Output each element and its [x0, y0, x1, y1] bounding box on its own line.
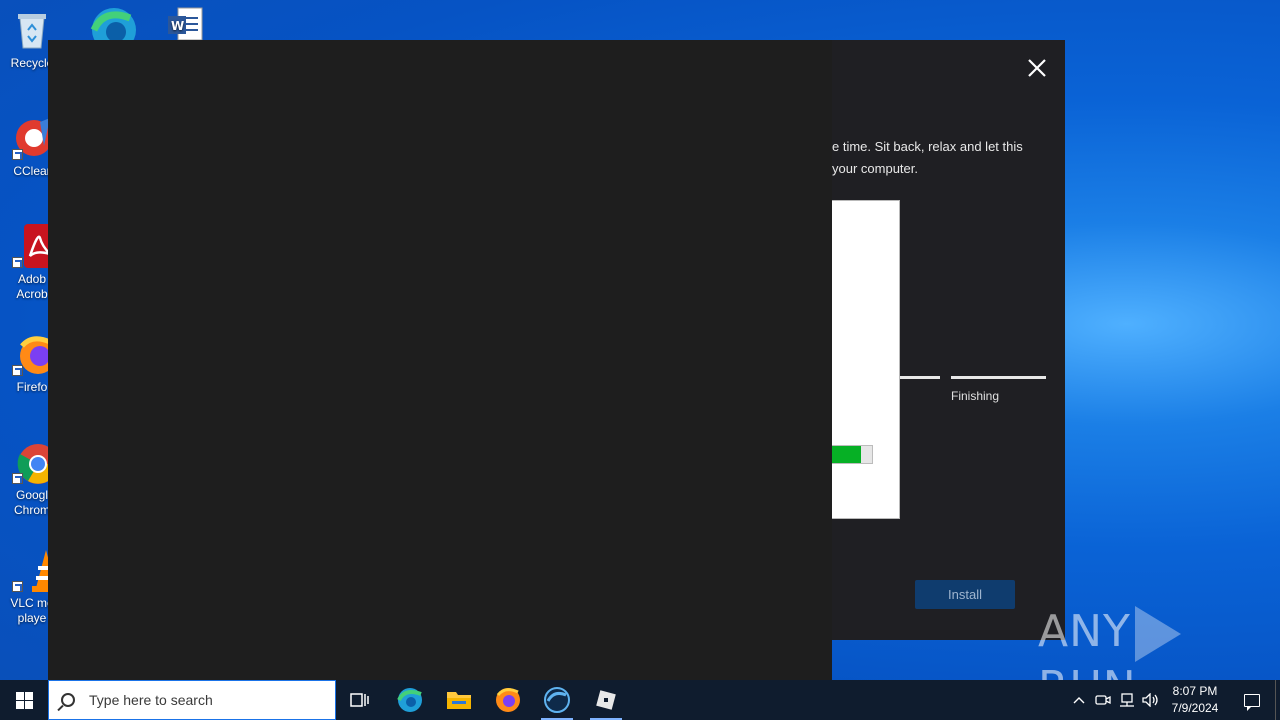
progress-bar: [832, 445, 873, 464]
taskbar-file-explorer-button[interactable]: [435, 680, 483, 720]
task-view-button[interactable]: [336, 680, 384, 720]
network-icon: [1120, 693, 1134, 707]
installer-description-line: e time. Sit back, relax and let this: [832, 139, 1023, 154]
file-explorer-icon: [447, 692, 471, 709]
taskbar-edge-beta-button[interactable]: [533, 680, 581, 720]
blank-app-window: [48, 40, 832, 680]
search-input[interactable]: [89, 692, 319, 708]
taskbar: 8:07 PM 7/9/2024: [0, 680, 1280, 720]
windows-logo-icon: [15, 691, 33, 709]
clock-time: 8:07 PM: [1172, 684, 1218, 698]
edge-beta-icon: [544, 687, 570, 713]
shortcut-arrow-icon: [12, 365, 23, 376]
search-icon: [61, 693, 75, 707]
camera-icon: [1095, 695, 1111, 705]
step-indicator-line: [900, 376, 940, 379]
step-indicator-line: [951, 376, 1046, 379]
play-logo-icon: [1134, 606, 1181, 662]
firefox-icon: [496, 688, 520, 712]
svg-text:W: W: [171, 19, 184, 33]
task-view-icon: [350, 693, 369, 707]
step-label-finishing: Finishing: [951, 389, 1000, 403]
close-button[interactable]: [1022, 54, 1052, 84]
edge-icon: [397, 688, 422, 712]
progress-bar-fill: [832, 446, 861, 463]
taskbar-edge-button[interactable]: [386, 680, 434, 720]
taskbar-search-box[interactable]: [48, 680, 336, 720]
install-button[interactable]: Install: [915, 580, 1015, 609]
installer-window: e time. Sit back, relax and let this you…: [832, 40, 1065, 640]
volume-icon: [1142, 693, 1158, 707]
show-hidden-icons-button[interactable]: [1068, 680, 1090, 720]
shortcut-arrow-icon: [12, 581, 23, 592]
taskbar-clock[interactable]: 8:07 PM 7/9/2024: [1160, 683, 1230, 717]
tray-network-button[interactable]: [1116, 680, 1138, 720]
installer-description-line: your computer.: [832, 161, 918, 176]
close-icon: [1028, 59, 1046, 77]
shortcut-arrow-icon: [12, 149, 23, 160]
taskbar-firefox-button[interactable]: [484, 680, 532, 720]
watermark-text: ANY: [1038, 606, 1131, 657]
tray-meet-now-button[interactable]: [1092, 680, 1114, 720]
shortcut-arrow-icon: [12, 473, 23, 484]
shortcut-arrow-icon: [12, 257, 23, 268]
clock-date: 7/9/2024: [1171, 701, 1219, 715]
chevron-up-icon: [1073, 697, 1085, 704]
tray-volume-button[interactable]: [1140, 680, 1162, 720]
action-center-button[interactable]: [1232, 680, 1272, 720]
progress-dialog: [832, 200, 900, 519]
installer-description: e time. Sit back, relax and let this you…: [832, 136, 1052, 180]
notification-icon: [1244, 693, 1260, 711]
start-button[interactable]: [0, 680, 48, 720]
show-desktop-button[interactable]: [1275, 680, 1280, 720]
roblox-icon: [596, 690, 616, 710]
taskbar-roblox-button[interactable]: [582, 680, 630, 720]
